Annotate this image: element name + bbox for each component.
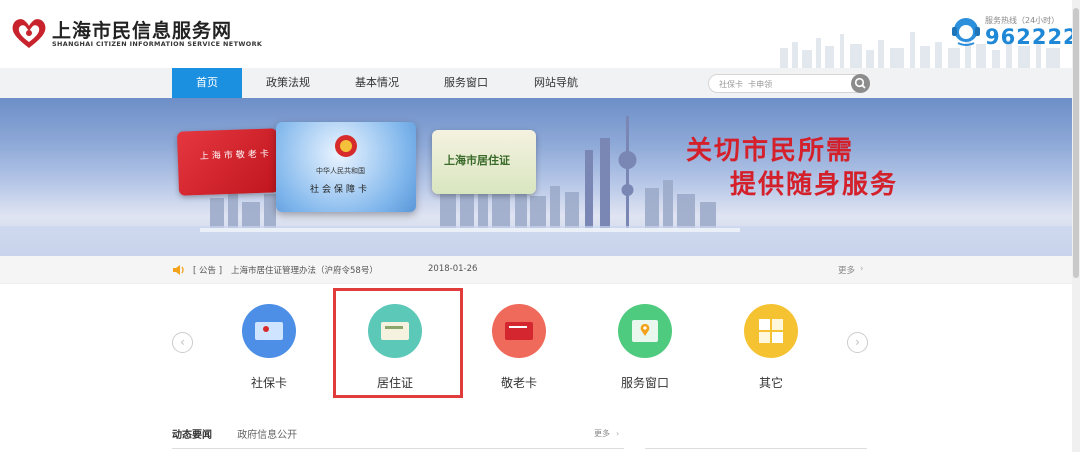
banner[interactable]: 上海市敬老卡 中华人民共和国 社会保障卡 上海市居住证 关切市民所需 提供随身服… [0, 98, 1072, 256]
notice-more-link[interactable]: 更多 [838, 264, 855, 276]
elderly-card-image: 上海市敬老卡 [176, 128, 280, 196]
social-security-card-image: 中华人民共和国 社会保障卡 [276, 122, 416, 212]
service-service-window[interactable]: 服务窗口 [600, 300, 690, 396]
tab-news[interactable]: 动态要闻 [172, 430, 212, 441]
elderly-card-title: 上海市敬老卡 [199, 149, 272, 162]
header: 上海市民信息服务网 SHANGHAI CITIZEN INFORMATION S… [0, 0, 1078, 68]
card-blue-line1: 中华人民共和国 [316, 167, 365, 175]
highlight-box [333, 288, 463, 398]
chevron-left-icon: ‹ [180, 335, 185, 349]
search-button[interactable] [851, 74, 870, 93]
nav-item-basic-info[interactable]: 基本情况 [342, 68, 412, 98]
slogan-line1: 关切市民所需 [686, 136, 855, 166]
headset-icon [952, 18, 980, 46]
chevron-right-icon[interactable]: › [860, 264, 863, 274]
divider [645, 448, 867, 449]
notice-tag: [ 公告 ] [193, 266, 223, 276]
card-blue-line2: 社会保障卡 [310, 185, 371, 195]
nav-item-site-nav[interactable]: 网站导航 [521, 68, 591, 98]
scrollbar-thumb[interactable] [1073, 8, 1079, 278]
site-title[interactable]: 上海市民信息服务网 [52, 16, 232, 43]
service-label: 敬老卡 [500, 376, 537, 390]
news-more-label: 更多 [594, 429, 610, 438]
carousel-prev-button[interactable]: ‹ [172, 332, 193, 353]
national-emblem-icon [335, 135, 357, 157]
residence-card-image: 上海市居住证 [432, 130, 536, 194]
chevron-right-icon: › [855, 335, 860, 349]
notice-date: 2018-01-26 [428, 264, 478, 274]
social-security-card-icon [242, 304, 296, 358]
site-subtitle: SHANGHAI CITIZEN INFORMATION SERVICE NET… [52, 40, 263, 48]
carousel-next-button[interactable]: › [847, 332, 868, 353]
hotline-number: 962222 [985, 25, 1079, 49]
notice-link[interactable]: 上海市居住证管理办法（沪府令58号） [231, 264, 378, 276]
notice-bar: [ 公告 ] 上海市居住证管理办法（沪府令58号） 2018-01-26 更多 … [0, 256, 1072, 284]
nav-item-service-window[interactable]: 服务窗口 [431, 68, 501, 98]
service-label: 其它 [758, 376, 783, 390]
service-social-security-card[interactable]: 社保卡 [224, 300, 314, 396]
chevron-right-icon: › [616, 429, 620, 438]
search-input[interactable] [719, 77, 839, 91]
nav-item-home[interactable]: 首页 [172, 68, 242, 98]
divider [172, 448, 624, 449]
search-icon [854, 77, 866, 89]
heart-logo-icon[interactable] [10, 16, 48, 50]
speaker-icon [173, 265, 184, 275]
others-grid-icon [744, 304, 798, 358]
city-skyline-image [0, 116, 1072, 256]
elderly-card-icon [492, 304, 546, 358]
service-elderly-card[interactable]: 敬老卡 [474, 300, 564, 396]
tab-gov-info[interactable]: 政府信息公开 [237, 430, 297, 441]
search-box [708, 74, 870, 93]
news-more-link[interactable]: 更多 › [594, 428, 619, 439]
service-label: 社保卡 [250, 376, 287, 390]
residence-card-title: 上海市居住证 [444, 154, 510, 167]
news-tabs: 动态要闻 政府信息公开 [172, 426, 297, 441]
nav-item-policy[interactable]: 政策法规 [253, 68, 323, 98]
map-pin-icon [618, 304, 672, 358]
main-nav: 首页 政策法规 基本情况 服务窗口 网站导航 [0, 68, 1072, 98]
slogan-line2: 提供随身服务 [730, 170, 899, 200]
service-others[interactable]: 其它 [726, 300, 816, 396]
service-label: 服务窗口 [620, 376, 669, 390]
